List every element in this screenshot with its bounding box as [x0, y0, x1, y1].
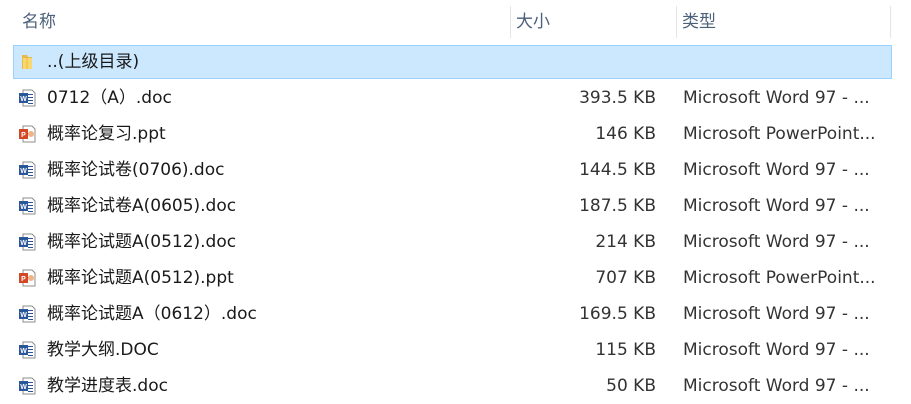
column-header-size[interactable]: 大小 [516, 0, 666, 44]
file-type: Microsoft Word 97 - ... [683, 232, 870, 252]
svg-text:W: W [20, 204, 27, 211]
column-header-name[interactable]: 名称 [22, 0, 502, 44]
word-doc-icon: W [17, 376, 37, 396]
file-rows: ..(上级目录) W 0712（A）.doc 393.5 KB Microsoft … [0, 44, 911, 404]
file-size: 214 KB [595, 232, 656, 252]
svg-text:W: W [20, 96, 27, 103]
svg-text:W: W [20, 348, 27, 355]
word-doc-icon: W [17, 196, 37, 216]
file-size: 50 KB [606, 376, 656, 396]
word-doc-icon: W [17, 304, 37, 324]
column-header-type[interactable]: 类型 [682, 0, 882, 44]
file-name: 教学大纲.DOC [47, 340, 159, 360]
file-list-view: 名称 大小 类型 ..(上级目录) W 0712（A）.doc 393.5 KB M… [0, 0, 911, 404]
file-name: 概率论试题A（0612）.doc [47, 304, 257, 324]
file-name: 概率论试卷A(0605).doc [47, 196, 237, 216]
file-row[interactable]: W 教学进度表.doc 50 KB Microsoft Word 97 - ... [0, 368, 911, 404]
file-size: 187.5 KB [579, 196, 656, 216]
file-row[interactable]: W 概率论试卷A(0605).doc 187.5 KB Microsoft Word… [0, 188, 911, 224]
file-row[interactable]: W 概率论试题A(0512).doc 214 KB Microsoft Word 9… [0, 224, 911, 260]
word-doc-icon: W [17, 88, 37, 108]
svg-text:W: W [20, 240, 27, 247]
file-row[interactable]: W 概率论试卷(0706).doc 144.5 KB Microsoft Word … [0, 152, 911, 188]
column-header-bar: 名称 大小 类型 [0, 0, 911, 44]
file-type: Microsoft Word 97 - ... [683, 376, 870, 396]
word-doc-icon: W [17, 160, 37, 180]
file-name: 0712（A）.doc [47, 88, 172, 108]
file-name: 概率论试题A(0512).ppt [47, 268, 234, 288]
file-size: 115 KB [595, 340, 656, 360]
column-divider[interactable] [510, 6, 511, 38]
file-size: 146 KB [595, 124, 656, 144]
file-size [516, 44, 656, 80]
column-divider[interactable] [676, 6, 677, 38]
file-name: 概率论试卷(0706).doc [47, 160, 225, 180]
file-name: ..(上级目录) [47, 52, 140, 72]
file-size: 393.5 KB [579, 88, 656, 108]
powerpoint-icon: P [17, 268, 37, 288]
file-size: 144.5 KB [579, 160, 656, 180]
file-type: Microsoft PowerPoint... [683, 268, 876, 288]
file-type: Microsoft Word 97 - ... [683, 88, 870, 108]
file-name: 概率论试题A(0512).doc [47, 232, 237, 252]
file-name: 教学进度表.doc [47, 376, 168, 396]
svg-text:W: W [20, 168, 27, 175]
file-size: 169.5 KB [579, 304, 656, 324]
file-row[interactable]: W 教学大纲.DOC 115 KB Microsoft Word 97 - ... [0, 332, 911, 368]
column-divider[interactable] [890, 6, 891, 38]
word-doc-icon: W [17, 232, 37, 252]
file-type: Microsoft Word 97 - ... [683, 196, 870, 216]
file-row[interactable]: W 0712（A）.doc 393.5 KB Microsoft Word 97 -… [0, 80, 911, 116]
file-type: Microsoft Word 97 - ... [683, 160, 870, 180]
file-row[interactable]: P 概率论试题A(0512).ppt 707 KB Microsoft PowerP… [0, 260, 911, 296]
svg-text:W: W [20, 312, 27, 319]
file-type: Microsoft PowerPoint... [683, 124, 876, 144]
powerpoint-icon: P [17, 124, 37, 144]
svg-text:P: P [21, 276, 26, 283]
file-row[interactable]: W 概率论试题A（0612）.doc 169.5 KB Microsoft Word… [0, 296, 911, 332]
file-name: 概率论复习.ppt [47, 124, 166, 144]
file-type: Microsoft Word 97 - ... [683, 340, 870, 360]
svg-text:W: W [20, 384, 27, 391]
file-type [683, 44, 883, 80]
file-row[interactable]: ..(上级目录) [0, 44, 911, 80]
svg-text:P: P [21, 132, 26, 139]
file-size: 707 KB [595, 268, 656, 288]
file-row[interactable]: P 概率论复习.ppt 146 KB Microsoft PowerPoint... [0, 116, 911, 152]
file-type: Microsoft Word 97 - ... [683, 304, 870, 324]
folder-icon [17, 52, 37, 72]
word-doc-icon: W [17, 340, 37, 360]
